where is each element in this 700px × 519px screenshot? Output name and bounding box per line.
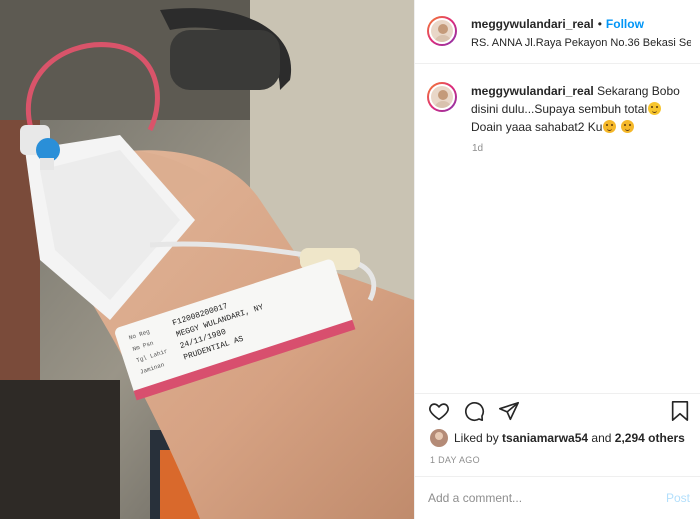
post-photo[interactable]: No Reg Nm Psn Tgl Lahir Jaminan F1200820… <box>0 0 414 519</box>
hospital-wristband-photo: No Reg Nm Psn Tgl Lahir Jaminan F1200820… <box>0 0 414 519</box>
bookmark-icon[interactable] <box>670 400 690 427</box>
liker-avatar[interactable] <box>430 429 448 447</box>
kiss-face-icon-2 <box>620 120 634 133</box>
header-user-row: meggywulandari_real • Follow <box>471 17 644 31</box>
post-comment-button[interactable]: Post <box>666 491 690 505</box>
avatar[interactable] <box>427 16 457 46</box>
likes-summary: Liked by tsaniamarwa54 and 2,294 others <box>430 429 685 447</box>
smiling-face-icon <box>648 102 662 115</box>
action-bar <box>414 393 700 427</box>
comment-icon[interactable] <box>463 400 485 427</box>
caption-username[interactable]: meggywulandari_real <box>471 84 594 98</box>
location-link[interactable]: RS. ANNA Jl.Raya Pekayon No.36 Bekasi Se… <box>471 37 691 49</box>
post-date[interactable]: 1 DAY AGO <box>430 455 480 465</box>
heart-icon[interactable] <box>428 400 450 427</box>
username-link[interactable]: meggywulandari_real <box>471 17 594 31</box>
likes-prefix: Liked by <box>454 431 503 445</box>
likes-middle: and <box>588 431 615 445</box>
caption-avatar[interactable] <box>427 82 457 112</box>
caption-timestamp[interactable]: 1d <box>472 143 483 154</box>
comment-bar: Post <box>414 476 700 519</box>
caption-block: meggywulandari_real Sekarang Bobo disini… <box>415 64 700 394</box>
comment-input[interactable] <box>428 489 648 507</box>
post-header: meggywulandari_real • Follow RS. ANNA Jl.R… <box>415 0 700 64</box>
likes-count-link[interactable]: 2,294 others <box>615 431 685 445</box>
caption: meggywulandari_real Sekarang Bobo disini… <box>471 82 693 136</box>
kiss-face-icon <box>603 120 617 133</box>
share-icon[interactable] <box>498 400 520 427</box>
liker-username[interactable]: tsaniamarwa54 <box>502 431 588 445</box>
caption-text-2: Doain yaaa sahabat2 Ku <box>471 120 603 134</box>
follow-button[interactable]: Follow <box>606 17 644 31</box>
separator-dot: • <box>597 17 602 31</box>
